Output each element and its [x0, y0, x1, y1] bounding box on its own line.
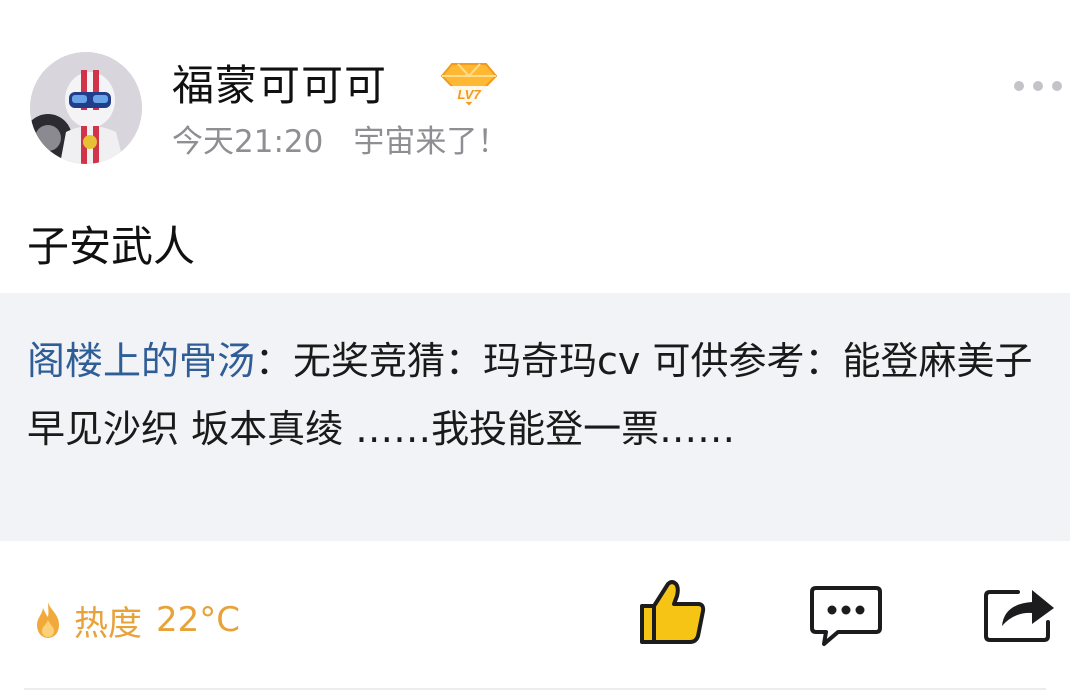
share-button[interactable] [982, 582, 1058, 644]
avatar[interactable] [30, 52, 142, 164]
quoted-comment-author[interactable]: 阁楼上的骨汤 [27, 339, 255, 383]
more-dots-icon [1052, 81, 1062, 91]
avatar-image [30, 52, 142, 164]
share-arrow-icon [984, 590, 1054, 642]
post-time: 今天21:20 [172, 124, 324, 160]
bottom-divider [24, 688, 1046, 690]
level-badge-label: LV7 [457, 87, 481, 102]
quoted-comment[interactable]: 阁楼上的骨汤：无奖竞猜：玛奇玛cv 可供参考：能登麻美子 早见沙织 坂本真绫 …… [0, 293, 1070, 541]
username[interactable]: 福蒙可可可 [172, 57, 387, 115]
comment-bubble-icon [810, 586, 882, 646]
quoted-comment-text: 阁楼上的骨汤：无奖竞猜：玛奇玛cv 可供参考：能登麻美子 早见沙织 坂本真绫 …… [27, 327, 1047, 463]
diamond-level-badge-icon[interactable]: LV7 [438, 60, 500, 112]
more-dots-icon [1033, 81, 1043, 91]
more-options-button[interactable] [1014, 74, 1062, 98]
post-text: 子安武人 [27, 222, 196, 271]
quoted-comment-separator: ： [255, 339, 294, 383]
more-dots-icon [1014, 81, 1024, 91]
flame-icon [37, 602, 59, 638]
comment-button[interactable] [808, 584, 884, 648]
heat-indicator: 热度 22°C [32, 594, 240, 646]
thumbs-up-icon [640, 580, 706, 644]
like-button[interactable] [636, 578, 708, 646]
heat-label: 热度 [74, 603, 142, 644]
post-source: 宇宙来了！ [353, 124, 509, 160]
heat-value: 22°C [156, 600, 241, 640]
post-meta: 今天21:20 宇宙来了！ [172, 120, 508, 164]
